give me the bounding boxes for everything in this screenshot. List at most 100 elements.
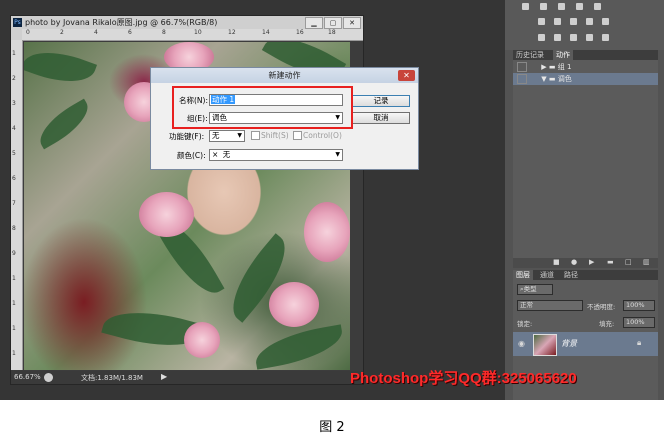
ruler-tick: 6 (128, 29, 132, 36)
mixer-icon[interactable] (602, 18, 609, 25)
lock-icon: 🔒︎ (637, 338, 642, 347)
opacity-label: 不透明度: (587, 303, 616, 311)
color-select[interactable]: × 无 ▼ (209, 149, 343, 161)
ruler-tick: 1 (12, 350, 16, 357)
document-status-bar: 66.67% 文档:1.83M/1.83M ▶ (11, 371, 363, 384)
ruler-tick: 16 (296, 29, 304, 36)
ruler-tick: 10 (194, 29, 202, 36)
ruler-tick: 2 (12, 75, 16, 82)
brightness-icon[interactable] (522, 3, 529, 10)
invert-icon[interactable] (538, 34, 545, 41)
close-icon[interactable]: ✕ (343, 17, 361, 29)
chevron-down-icon: ▼ (237, 132, 242, 139)
balance-icon[interactable] (554, 18, 561, 25)
ruler-tick: 4 (94, 29, 98, 36)
blend-mode-select[interactable]: 正常 (517, 300, 583, 311)
list-item[interactable]: ▶ ▬ 组 1 (513, 61, 658, 73)
ruler-tick: 1 (12, 325, 16, 332)
photoshop-logo-icon: Ps (13, 18, 22, 27)
ruler-tick: 6 (12, 175, 16, 182)
exposure-icon[interactable] (576, 3, 583, 10)
toggle-checkbox[interactable] (517, 62, 527, 72)
document-title-bar[interactable]: Ps photo by Jovana Rikalo原图.jpg @ 66.7%(… (11, 16, 363, 29)
photo-filter-icon[interactable] (586, 18, 593, 25)
fill-input[interactable]: 100% (623, 317, 655, 328)
action-set-label: 调色 (557, 75, 572, 83)
eye-icon[interactable]: ◉ (518, 339, 525, 348)
tab-history[interactable]: 历史记录 (513, 50, 547, 60)
gradient-map-icon[interactable] (586, 34, 593, 41)
opacity-input[interactable]: 100% (623, 300, 655, 311)
color-select-value: 无 (222, 150, 231, 159)
ruler-tick: 1 (12, 50, 16, 57)
record-button[interactable]: 记录 (352, 95, 410, 107)
tab-paths[interactable]: 路径 (561, 270, 581, 280)
function-key-label: 功能键(F): (169, 132, 205, 141)
toggle-checkbox[interactable] (517, 74, 527, 84)
status-arrow-icon[interactable]: ▶ (161, 372, 167, 381)
action-set-label: 组 1 (557, 63, 572, 71)
expand-icon[interactable]: ▶ (541, 63, 546, 71)
control-checkbox[interactable] (293, 131, 302, 140)
vibrance-icon[interactable] (594, 3, 601, 10)
fill-value: 100% (626, 318, 645, 326)
selective-color-icon[interactable] (602, 34, 609, 41)
status-menu-icon[interactable] (44, 373, 53, 382)
new-set-icon[interactable]: ▬ (607, 258, 614, 266)
play-icon[interactable]: ▶ (589, 258, 594, 266)
delete-icon[interactable]: ▥ (643, 258, 650, 266)
ruler-tick: 8 (12, 225, 16, 232)
horizontal-ruler[interactable]: 0 2 4 6 8 10 12 14 16 18 (22, 29, 363, 41)
document-title: photo by Jovana Rikalo原图.jpg @ 66.7%(RGB… (25, 18, 218, 27)
layer-kind-label: 类型 (523, 285, 537, 293)
control-label: Control(O) (303, 131, 342, 140)
ruler-tick: 2 (60, 29, 64, 36)
curves-icon[interactable] (558, 3, 565, 10)
dialog-close-icon[interactable]: ✕ (398, 70, 415, 81)
color-label: 颜色(C): (177, 151, 206, 160)
record-icon[interactable]: ● (571, 258, 577, 266)
dialog-title-bar[interactable]: 新建动作 ✕ (151, 68, 418, 83)
posterize-icon[interactable] (554, 34, 561, 41)
layer-thumbnail (533, 334, 557, 356)
ruler-tick: 7 (12, 200, 16, 207)
blend-mode-value: 正常 (520, 301, 533, 309)
collapse-icon[interactable]: ▼ (541, 75, 546, 83)
levels-icon[interactable] (540, 3, 547, 10)
color-none-icon: × (212, 150, 219, 159)
ruler-tick: 1 (12, 275, 16, 282)
threshold-icon[interactable] (570, 34, 577, 41)
tab-actions[interactable]: 动作 (553, 50, 573, 60)
stop-icon[interactable]: ■ (553, 258, 560, 266)
ruler-tick: 14 (262, 29, 270, 36)
function-key-select[interactable]: 无 ▼ (209, 130, 245, 142)
photoshop-window: Ps photo by Jovana Rikalo原图.jpg @ 66.7%(… (0, 0, 664, 400)
folder-icon: ▬ (548, 75, 556, 83)
list-item[interactable]: ▼ ▬ 调色 (513, 73, 658, 85)
opacity-value: 100% (626, 301, 645, 309)
ruler-tick: 9 (12, 250, 16, 257)
actions-panel-tabs: 历史记录 动作 (513, 50, 658, 60)
zoom-level[interactable]: 66.67% (14, 373, 41, 381)
cancel-button[interactable]: 取消 (352, 112, 410, 124)
fill-label: 填充: (599, 320, 615, 328)
hue-icon[interactable] (538, 18, 545, 25)
highlight-frame (172, 86, 353, 129)
vertical-ruler[interactable]: 1 2 3 4 5 6 7 8 9 1 1 1 1 (11, 40, 23, 370)
shift-checkbox[interactable] (251, 131, 260, 140)
tab-channels[interactable]: 通道 (537, 270, 557, 280)
chevron-down-icon: ▼ (335, 151, 340, 158)
figure-caption: 图 2 (319, 420, 345, 435)
tab-layers[interactable]: 图层 (513, 270, 533, 280)
layers-panel-tabs: 图层 通道 路径 (513, 270, 658, 280)
lock-label: 锁定: (517, 320, 533, 328)
layer-kind-filter[interactable]: ⌕类型 (517, 284, 553, 295)
watermark-text: Photoshop学习QQ群:325065620 (350, 370, 577, 387)
bw-icon[interactable] (570, 18, 577, 25)
ruler-tick: 12 (228, 29, 236, 36)
maximize-icon[interactable]: ▢ (324, 17, 342, 29)
layer-row[interactable]: ◉ 背景 🔒︎ (513, 332, 658, 356)
new-action-icon[interactable]: □ (625, 258, 632, 266)
ruler-tick: 5 (12, 150, 16, 157)
minimize-icon[interactable]: ▁ (305, 17, 323, 29)
